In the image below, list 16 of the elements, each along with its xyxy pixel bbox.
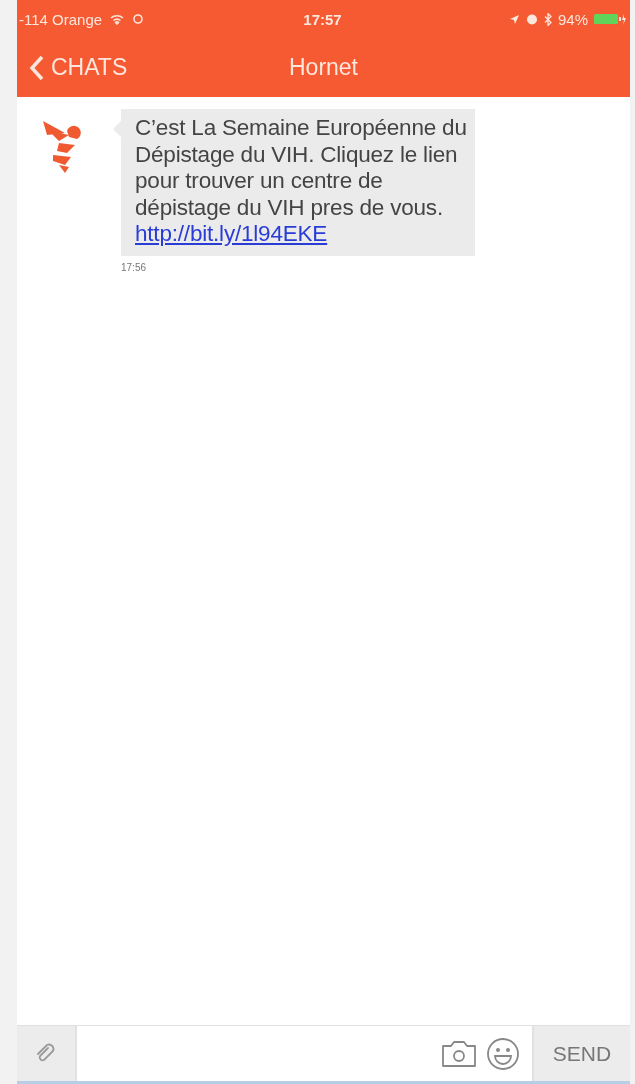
emoji-icon[interactable] [486,1036,520,1071]
carrier-name: -114 Orange [19,10,103,28]
chat-title: Hornet [289,54,358,81]
wifi-icon [110,13,125,25]
battery-percent: 94% [557,10,588,28]
back-button[interactable]: CHATS [29,54,128,81]
message-text: C’est La Semaine Européenne du Dépistage du VIH. Cliquez le lien pour trouver un centre de dépistage du VIH pres de vous. http://bit.ly/1l94EKE [135,115,468,248]
message-link[interactable]: http://bit.ly/1l94EKE [135,221,328,246]
message-input-field[interactable] [77,1026,532,1081]
back-chevron-icon [29,54,45,81]
camera-icon[interactable] [440,1038,478,1069]
battery-icon [594,13,626,25]
location-icon [508,13,520,25]
bluetooth-icon [543,12,552,26]
clock-time: 17:57 [303,10,342,28]
message-time: 17:56 [121,261,147,273]
